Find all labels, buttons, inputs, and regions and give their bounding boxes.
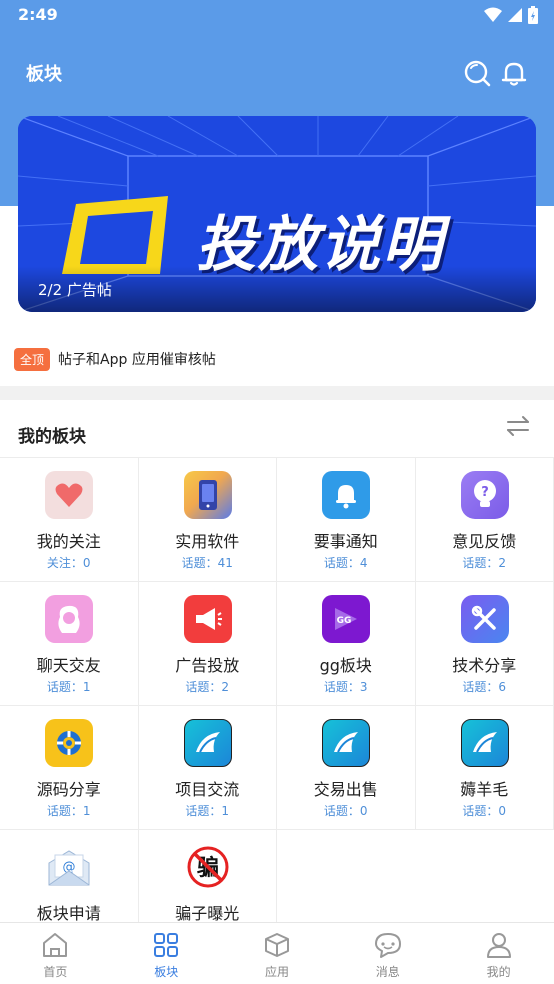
tab-label: 板块 [154, 965, 179, 979]
title-bar: 板块 [0, 48, 554, 98]
status-time: 2:49 [18, 5, 58, 24]
lifebuoy-icon [45, 719, 93, 767]
board-name: 交易出售 [313, 780, 378, 799]
board-meta: 关注：0 [46, 556, 91, 570]
board-item[interactable]: 我的关注 关注：0 [0, 458, 139, 582]
search-icon[interactable] [462, 58, 492, 88]
chat-icon [374, 933, 401, 958]
board-meta: 话题：1 [46, 804, 91, 818]
board-item[interactable]: 薅羊毛 话题：0 [415, 706, 554, 830]
home-icon [43, 933, 68, 957]
board-meta: 话题：41 [181, 556, 233, 570]
pinned-notice-text: 帖子和App 应用催审核帖 [58, 352, 216, 368]
board-item[interactable]: 交易出售 话题：0 [277, 706, 416, 830]
mail-icon: @ [45, 843, 93, 891]
question-bulb-icon: ? [460, 471, 509, 519]
battery-icon [528, 6, 538, 24]
svg-text:GG: GG [337, 616, 352, 626]
board-grid: 我的关注 关注：0 实用软件 话题：41 要事通知 话题：4 ? 意见反馈 话题… [0, 457, 554, 954]
banner-counter: 2/2 广告帖 [38, 281, 112, 299]
tools-icon [460, 595, 509, 643]
board-name: 要事通知 [313, 532, 378, 551]
board-meta: 话题：4 [323, 556, 368, 570]
tab-label: 消息 [375, 965, 400, 979]
no-scam-icon: 骗 [184, 843, 232, 891]
heart-icon [45, 471, 93, 519]
board-item[interactable]: 技术分享 话题：6 [415, 582, 554, 706]
board-item[interactable]: 广告投放 话题：2 [138, 582, 277, 706]
board-name: 薅羊毛 [460, 780, 509, 799]
ship-icon [183, 719, 232, 767]
bottom-tab-bar: 首页 板块 应用 消息 我的 [0, 922, 554, 984]
board-item[interactable]: 实用软件 话题：41 [138, 458, 277, 582]
board-item[interactable]: 要事通知 话题：4 [277, 458, 416, 582]
ship-icon [460, 719, 509, 767]
board-name: 聊天交友 [36, 656, 101, 675]
board-meta: 话题：1 [46, 680, 91, 694]
board-name: gg板块 [319, 656, 372, 675]
status-bar: 2:49 [0, 0, 554, 32]
section-divider [0, 386, 554, 400]
board-meta: 话题：3 [323, 680, 368, 694]
tab-apps[interactable]: 应用 [222, 923, 333, 984]
pinned-notice[interactable]: 全顶 帖子和App 应用催审核帖 [14, 346, 216, 372]
board-meta: 话题：1 [185, 804, 230, 818]
tab-profile[interactable]: 我的 [443, 923, 554, 984]
board-item[interactable]: GG gg板块 话题：3 [277, 582, 416, 706]
board-name: 技术分享 [452, 656, 517, 675]
board-meta: 话题：0 [323, 804, 368, 818]
tab-boards[interactable]: 板块 [111, 923, 222, 984]
signal-icon [508, 8, 522, 22]
board-name: 板块申请 [36, 904, 101, 923]
phone-icon [183, 471, 232, 519]
ad-banner[interactable]: 投放说明 2/2 广告帖 [18, 116, 536, 312]
svg-text:?: ? [481, 485, 489, 500]
board-name: 项目交流 [175, 780, 240, 799]
board-name: 实用软件 [175, 532, 240, 551]
bell-icon [322, 471, 370, 519]
board-meta: 话题：2 [185, 680, 230, 694]
grid-icon [154, 933, 179, 957]
pinned-badge: 全顶 [14, 347, 51, 371]
board-meta: 话题：0 [462, 804, 507, 818]
megaphone-icon [183, 595, 232, 643]
board-name: 广告投放 [175, 656, 240, 675]
board-item[interactable]: 源码分享 话题：1 [0, 706, 139, 830]
tab-label: 我的 [486, 965, 511, 979]
board-name: 意见反馈 [452, 532, 517, 551]
board-name: 我的关注 [36, 532, 101, 551]
board-name: 骗子曝光 [175, 904, 240, 923]
tab-messages[interactable]: 消息 [332, 923, 443, 984]
board-meta: 话题：2 [462, 556, 507, 570]
wifi-icon [484, 7, 502, 22]
bell-icon[interactable] [499, 58, 529, 88]
girl-avatar-icon [45, 595, 93, 643]
swap-icon[interactable] [504, 414, 532, 438]
section-title: 我的板块 [18, 427, 86, 447]
page-title: 板块 [26, 64, 62, 85]
box-icon [264, 933, 289, 957]
board-meta: 话题：6 [462, 680, 507, 694]
ship-icon [322, 719, 370, 767]
board-item[interactable]: ? 意见反馈 话题：2 [415, 458, 554, 582]
status-icons [484, 6, 538, 24]
tab-label: 首页 [43, 965, 68, 979]
board-name: 源码分享 [36, 780, 101, 799]
board-item[interactable]: 聊天交友 话题：1 [0, 582, 139, 706]
user-icon [486, 933, 511, 958]
tab-home[interactable]: 首页 [0, 923, 111, 984]
board-item[interactable]: 项目交流 话题：1 [138, 706, 277, 830]
tab-label: 应用 [264, 965, 289, 979]
gg-logo-icon: GG [322, 595, 370, 643]
